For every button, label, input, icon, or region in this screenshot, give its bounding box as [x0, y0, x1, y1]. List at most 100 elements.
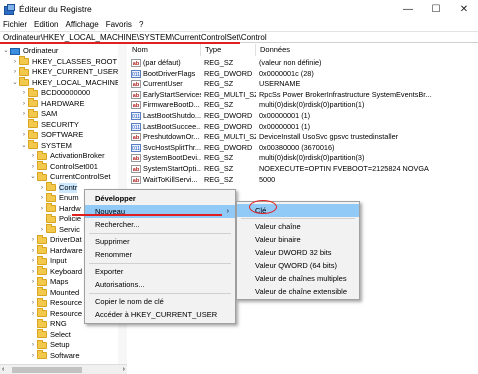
folder-icon	[28, 119, 38, 128]
chevron-right-icon[interactable]: ›	[20, 99, 28, 109]
tree-node[interactable]: Policie	[38, 213, 81, 224]
value-row[interactable]: 011 SvcHostSplitThr... REG_DWORD 0x00380000…	[128, 143, 476, 153]
chevron-right-icon[interactable]: ›	[29, 277, 37, 287]
value-row[interactable]: ab SystemBootDevi... REG_SZ multi(0)disk(0)…	[128, 153, 476, 163]
chevron-right-icon[interactable]: ›	[38, 193, 46, 203]
value-row[interactable]: ab WaitToKillServi... REG_SZ 5000	[128, 175, 476, 185]
chevron-down-icon[interactable]: ⌄	[2, 46, 10, 56]
value-row[interactable]: ab FirmwareBootD... REG_SZ multi(0)disk(0)r…	[128, 100, 476, 110]
chevron-right-icon[interactable]: ›	[38, 183, 46, 193]
menu-affichage[interactable]: Affichage	[65, 20, 98, 29]
tree-node[interactable]: › Contr	[38, 182, 78, 193]
tree-node[interactable]: › Hardware	[29, 245, 83, 256]
value-row[interactable]: ab (par défaut) REG_SZ (valeur non définie)	[128, 58, 476, 68]
menu-item-autorisations[interactable]: Autorisations...	[85, 278, 235, 291]
tree-node[interactable]: › Enum	[38, 192, 79, 203]
tree-node[interactable]: ⌄ SYSTEM	[20, 140, 72, 151]
tree-node[interactable]: › DriverDat	[29, 234, 82, 245]
chevron-right-icon[interactable]: ›	[29, 162, 37, 172]
chevron-down-icon[interactable]: ⌄	[11, 78, 19, 88]
chevron-right-icon[interactable]: ›	[29, 267, 37, 277]
tree-node[interactable]: Select	[29, 329, 71, 340]
chevron-right-icon[interactable]: ›	[38, 225, 46, 235]
tree-node[interactable]: › Software	[29, 350, 80, 361]
chevron-down-icon[interactable]: ⌄	[29, 172, 37, 182]
chevron-right-icon[interactable]: ›	[11, 67, 19, 77]
chevron-right-icon[interactable]: ›	[29, 246, 37, 256]
menu-item-nouveau[interactable]: Nouveau ›	[85, 205, 235, 218]
value-row[interactable]: 011 LastBootShutdo... REG_DWORD 0x00000001 …	[128, 111, 476, 121]
tree-node[interactable]: › Keyboard	[29, 266, 82, 277]
menu-help[interactable]: ?	[139, 20, 143, 29]
chevron-right-icon[interactable]: ›	[29, 235, 37, 245]
chevron-right-icon[interactable]: ›	[11, 57, 19, 67]
value-data-cell: NOEXECUTE=OPTIN FVEBOOT=2125824 NOVGA	[259, 164, 429, 173]
tree-node[interactable]: › Hardw	[38, 203, 81, 214]
chevron-right-icon[interactable]: ›	[29, 351, 37, 361]
menu-item-developper[interactable]: Développer	[85, 192, 235, 205]
chevron-right-icon[interactable]: ›	[29, 340, 37, 350]
menu-item-exporter[interactable]: Exporter	[85, 265, 235, 278]
value-row[interactable]: ab SystemStartOpti... REG_SZ NOEXECUTE=OPTI…	[128, 164, 476, 174]
submenu-item-valeur-chaine[interactable]: Valeur chaîne	[237, 220, 359, 233]
tree-node[interactable]: › SOFTWARE	[20, 129, 83, 140]
tree-node[interactable]: › SAM	[20, 108, 57, 119]
submenu-item-qword[interactable]: Valeur QWORD (64 bits)	[237, 259, 359, 272]
tree-node[interactable]: › Servic	[38, 224, 80, 235]
tree-node[interactable]: › Setup	[29, 339, 70, 350]
menu-item-acceder-hkcu[interactable]: Accéder à HKEY_CURRENT_USER	[85, 308, 235, 321]
menu-item-renommer[interactable]: Renommer	[85, 248, 235, 261]
scroll-right-icon[interactable]: ›	[123, 365, 125, 374]
chevron-right-icon[interactable]: ›	[29, 151, 37, 161]
menu-item-copier-nom[interactable]: Copier le nom de clé	[85, 295, 235, 308]
value-row[interactable]: ab PreshutdownOr... REG_MULTI_SZ DeviceInst…	[128, 132, 476, 142]
chevron-right-icon[interactable]: ›	[29, 309, 37, 319]
tree-node[interactable]: RNG	[29, 318, 67, 329]
tree-node[interactable]: Mounted	[29, 287, 79, 298]
chevron-right-icon[interactable]: ›	[29, 256, 37, 266]
tree-node[interactable]: › Resource	[29, 297, 82, 308]
tree-node[interactable]: › ActivationBroker	[29, 150, 105, 161]
menu-item-supprimer[interactable]: Supprimer	[85, 235, 235, 248]
submenu-item-multi-string[interactable]: Valeur de chaînes multiples	[237, 272, 359, 285]
tree-node[interactable]: › HARDWARE	[20, 98, 84, 109]
tree-node[interactable]: › Input	[29, 255, 67, 266]
submenu-item-valeur-binaire[interactable]: Valeur binaire	[237, 233, 359, 246]
tree-node[interactable]: SECURITY	[20, 119, 79, 130]
tree-node[interactable]: › ControlSet001	[29, 161, 98, 172]
tree-node[interactable]: ⌄ Ordinateur	[2, 46, 58, 56]
chevron-right-icon[interactable]: ›	[20, 88, 28, 98]
tree-node[interactable]: › Maps	[29, 276, 68, 287]
tree-node[interactable]: › BCD00000000	[20, 87, 90, 98]
tree-horizontal-scrollbar[interactable]: ‹ ›	[0, 364, 127, 374]
menu-fichier[interactable]: Fichier	[3, 20, 27, 29]
chevron-right-icon[interactable]: ›	[20, 130, 28, 140]
chevron-right-icon[interactable]: ›	[20, 109, 28, 119]
close-button[interactable]: ✕	[450, 0, 478, 18]
value-name: SystemStartOpti...	[143, 164, 201, 173]
tree-node[interactable]: › HKEY_CLASSES_ROOT	[11, 56, 117, 67]
chevron-down-icon[interactable]: ⌄	[20, 141, 28, 151]
tree-node[interactable]: ⌄ CurrentControlSet	[29, 171, 110, 182]
menu-item-rechercher[interactable]: Rechercher...	[85, 218, 235, 231]
submenu-item-expandable-string[interactable]: Valeur de chaîne extensible	[237, 285, 359, 298]
menu-favoris[interactable]: Favoris	[106, 20, 132, 29]
chevron-right-icon[interactable]: ›	[29, 298, 37, 308]
scroll-left-icon[interactable]: ‹	[2, 365, 4, 374]
value-row[interactable]: ab CurrentUser REG_SZ USERNAME	[128, 79, 476, 89]
column-name-header[interactable]: Nom	[128, 44, 201, 56]
value-row[interactable]: 011 LastBootSuccee... REG_DWORD 0x00000001 …	[128, 122, 476, 132]
tree-node[interactable]: › Resource	[29, 308, 82, 319]
column-type-header[interactable]: Type	[201, 44, 256, 56]
tree-node[interactable]: ⌄ HKEY_LOCAL_MACHINE	[11, 77, 120, 88]
maximize-button[interactable]: ☐	[422, 0, 450, 18]
tree-node[interactable]: › HKEY_CURRENT_USER	[11, 66, 118, 77]
submenu-item-dword[interactable]: Valeur DWORD 32 bits	[237, 246, 359, 259]
menu-edition[interactable]: Edition	[34, 20, 58, 29]
value-row[interactable]: ab EarlyStartServices REG_MULTI_SZ RpcSs Po…	[128, 90, 476, 100]
chevron-right-icon[interactable]: ›	[38, 204, 46, 214]
column-data-header[interactable]: Données	[256, 44, 476, 56]
value-row[interactable]: 011 BootDriverFlags REG_DWORD 0x0000001c (2…	[128, 69, 476, 79]
scroll-thumb[interactable]	[12, 367, 82, 373]
minimize-button[interactable]: —	[394, 0, 422, 18]
